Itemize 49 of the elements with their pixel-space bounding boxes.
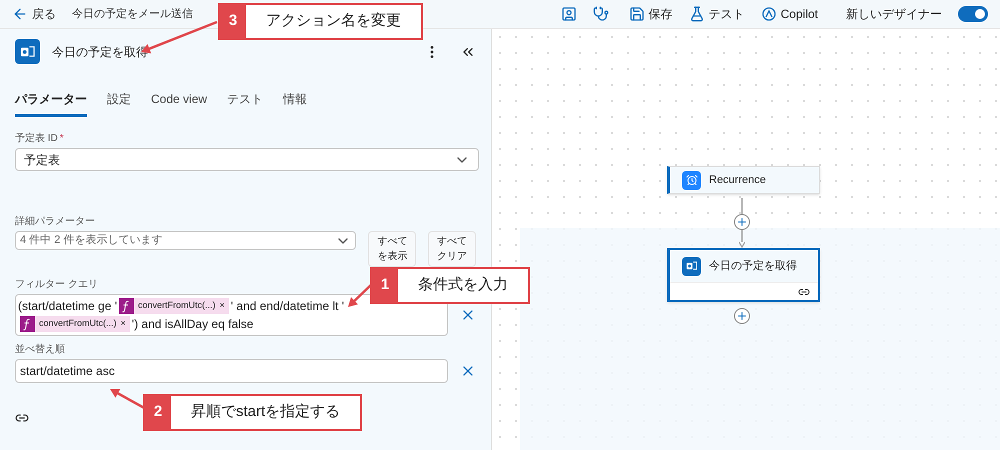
function-icon (119, 298, 134, 314)
function-icon (20, 316, 35, 332)
tab[interactable]: 設定 (107, 90, 131, 117)
expression-token[interactable]: convertFromUtc(...) × (119, 298, 229, 314)
field-label: 並べ替え順 (15, 342, 65, 357)
outlook-icon (15, 39, 40, 64)
add-step-button[interactable] (734, 214, 750, 230)
stethoscope-icon[interactable] (592, 6, 609, 22)
back-button[interactable]: 戻る (12, 5, 56, 23)
outlook-icon (682, 256, 701, 276)
required-mark: * (60, 133, 64, 144)
query-text: ') and isAllDay eq false (132, 316, 254, 333)
save-button[interactable]: 保存 (628, 5, 673, 23)
toggle-switch[interactable] (958, 6, 988, 22)
callout-text: アクション名を変更 (265, 11, 402, 31)
field-label: フィルター クエリ (15, 278, 98, 292)
node-title: Recurrence (709, 172, 766, 188)
plus-icon (736, 216, 748, 228)
alarm-clock-icon (682, 170, 701, 190)
tab[interactable]: 情報 (283, 90, 308, 117)
callout-text: 昇順でstartを指定する (190, 402, 342, 422)
field-label: 詳細パラメーター (15, 214, 95, 229)
advanced-button[interactable]: すべてクリア (428, 231, 476, 267)
order-field-value[interactable]: start/datetime asc (20, 362, 115, 380)
save-icon (628, 6, 645, 22)
callout-number: 3 (220, 5, 246, 38)
field-label: 予定表 ID (15, 133, 58, 144)
flow-title: 今日の予定をメール送信 (72, 6, 193, 22)
advanced-button[interactable]: すべてを表示 (368, 231, 416, 267)
node-title: 今日の予定を取得 (709, 258, 797, 274)
query-text: ' and end/datetime lt ' (230, 298, 344, 315)
callout-number: 1 (372, 269, 398, 302)
tab[interactable]: パラメーター (15, 90, 87, 117)
copilot-button[interactable]: Copilot (760, 5, 818, 23)
callout-number: 2 (145, 396, 171, 428)
flask-icon (688, 6, 705, 22)
tab[interactable]: Code view (151, 90, 208, 117)
flow-node[interactable]: 今日の予定を取得 (667, 248, 820, 302)
test-button[interactable]: テスト (688, 5, 745, 23)
person-icon[interactable] (560, 6, 577, 22)
callout-text: 条件式を入力 (417, 275, 509, 295)
flow-node[interactable]: Recurrence (667, 166, 820, 194)
new-designer-label: 新しいデザイナー (846, 6, 942, 23)
expression-token[interactable]: convertFromUtc(...) × (20, 316, 130, 332)
calendar-dropdown-value[interactable]: 予定表 (24, 150, 60, 168)
copilot-icon (760, 6, 777, 22)
plus-icon (736, 310, 748, 322)
query-text: (start/datetime ge ' (18, 298, 117, 315)
tab[interactable]: テスト (227, 90, 264, 117)
